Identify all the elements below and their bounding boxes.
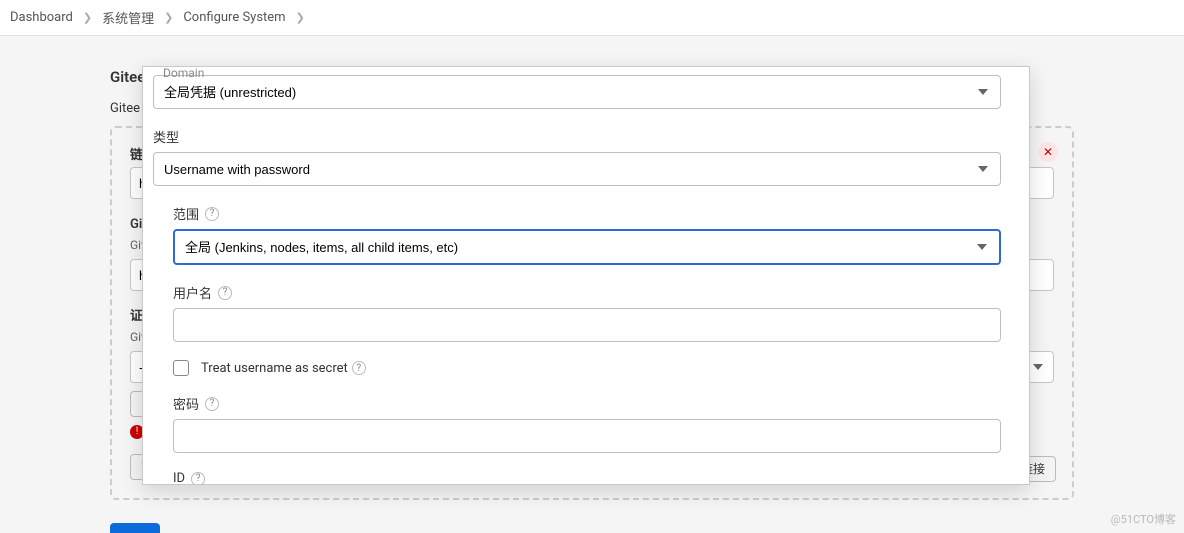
chevron-right-icon: ❯	[83, 11, 92, 24]
treat-secret-help-icon[interactable]: ?	[352, 361, 366, 375]
add-credentials-dialog: Domain 全局凭据 (unrestricted) 类型 Username w…	[142, 66, 1030, 485]
username-help-icon[interactable]: ?	[218, 286, 232, 300]
scope-select[interactable]: 全局 (Jenkins, nodes, items, all child ite…	[173, 229, 1001, 265]
password-input[interactable]	[173, 419, 1001, 453]
dialog-scroll-area[interactable]: Domain 全局凭据 (unrestricted) 类型 Username w…	[143, 67, 1029, 484]
type-label: 类型	[153, 127, 1001, 146]
domain-select[interactable]: 全局凭据 (unrestricted)	[153, 75, 1001, 109]
id-label: ID	[173, 471, 185, 484]
domain-label: Domain	[163, 67, 204, 80]
save-button-partial[interactable]	[110, 523, 160, 533]
treat-secret-label: Treat username as secret	[201, 361, 348, 376]
breadcrumb-item-system[interactable]: 系统管理	[102, 8, 154, 27]
username-label: 用户名	[173, 283, 212, 302]
treat-secret-row: Treat username as secret ?	[173, 360, 1001, 376]
breadcrumb: Dashboard ❯ 系统管理 ❯ Configure System ❯	[0, 0, 1184, 36]
type-select[interactable]: Username with password	[153, 152, 1001, 186]
username-input[interactable]	[173, 308, 1001, 342]
password-label: 密码	[173, 394, 199, 413]
remove-connection-button[interactable]: ✕	[1038, 142, 1058, 162]
breadcrumb-item-dashboard[interactable]: Dashboard	[10, 10, 73, 25]
chevron-right-icon: ❯	[296, 11, 305, 24]
id-help-icon[interactable]: ?	[191, 472, 205, 485]
treat-secret-checkbox[interactable]	[173, 360, 189, 376]
scope-label: 范围	[173, 204, 199, 223]
watermark: @51CTO博客	[1111, 511, 1176, 527]
scope-help-icon[interactable]: ?	[205, 207, 219, 221]
password-help-icon[interactable]: ?	[205, 397, 219, 411]
breadcrumb-item-configure[interactable]: Configure System	[183, 10, 285, 25]
chevron-right-icon: ❯	[164, 11, 173, 24]
